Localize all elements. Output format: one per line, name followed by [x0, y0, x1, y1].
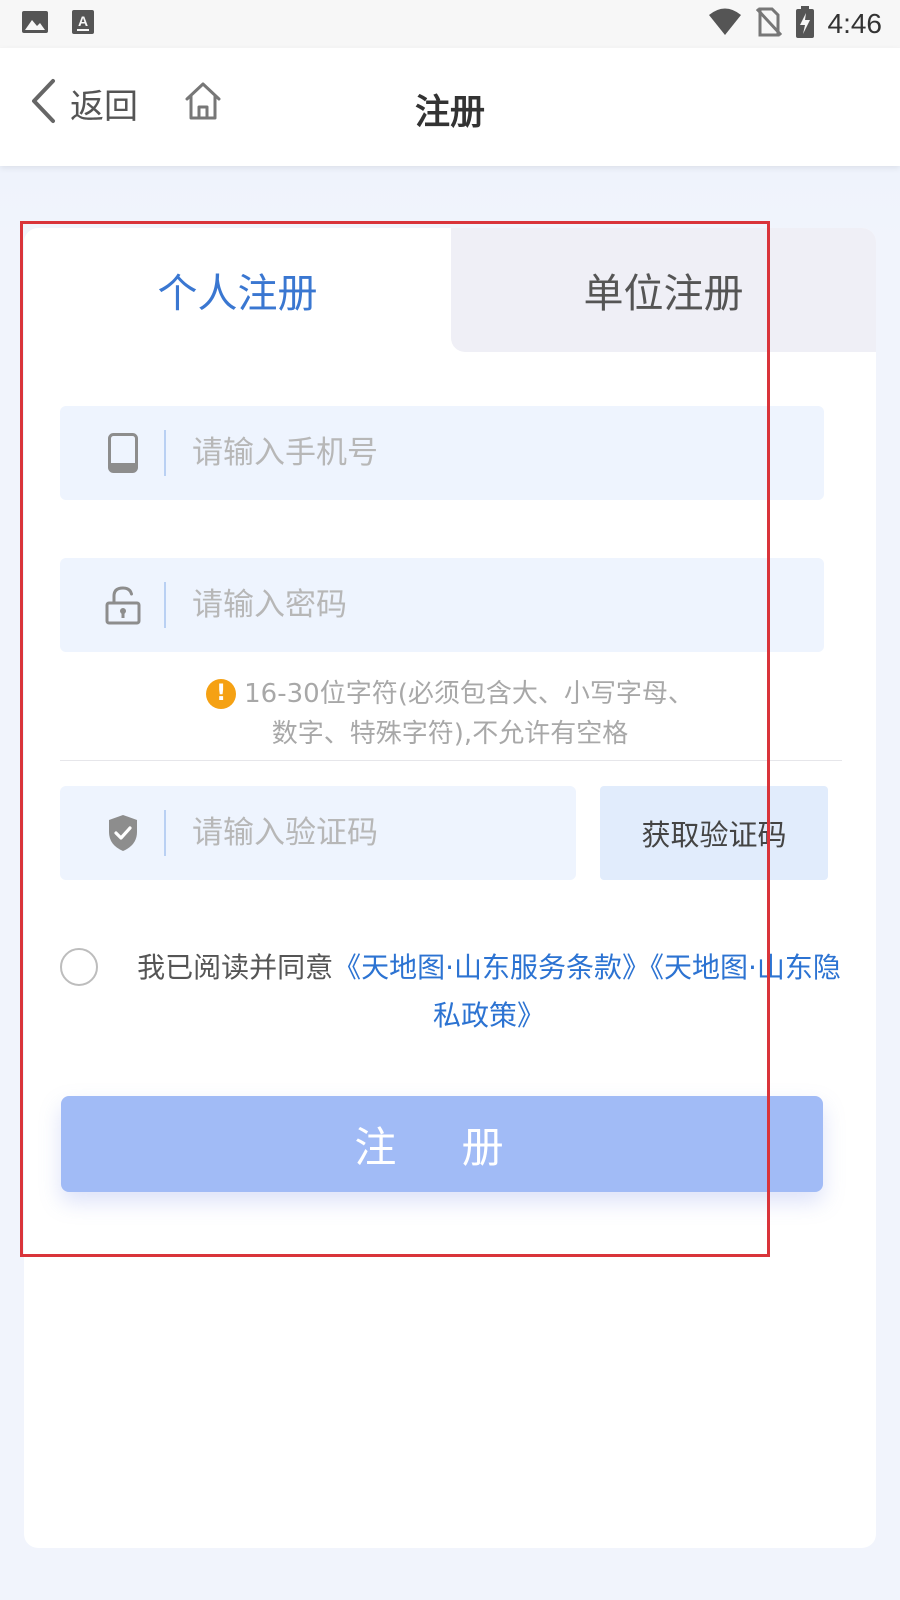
terms-link[interactable]: 《天地图·山东服务条款》 — [333, 951, 650, 984]
status-bar: A 4:46 — [0, 0, 900, 48]
image-icon — [22, 11, 48, 37]
battery-charging-icon — [795, 6, 814, 42]
page-title: 注册 — [414, 93, 485, 133]
text-a-icon: A — [72, 10, 94, 38]
code-field — [60, 786, 576, 880]
agree-checkbox[interactable] — [60, 948, 98, 986]
status-time: 4:46 — [827, 8, 883, 39]
tab-personal-register[interactable]: 个人注册 — [24, 228, 451, 352]
field-divider — [164, 582, 166, 628]
password-hint-line1: 16-30位字符(必须包含大、小写字母、 — [244, 679, 694, 709]
password-field — [60, 558, 824, 652]
tab-company-register[interactable]: 单位注册 — [451, 228, 876, 352]
agreement-prefix: 我已阅读并同意 — [137, 951, 334, 984]
phone-input[interactable] — [192, 406, 792, 500]
field-divider — [164, 810, 166, 856]
wifi-icon — [708, 8, 742, 40]
register-submit-button[interactable]: 注 册 — [61, 1096, 823, 1192]
password-hint-line2: 数字、特殊字符),不允许有空格 — [271, 719, 629, 749]
phone-icon — [100, 430, 146, 476]
shield-check-icon — [100, 810, 146, 856]
unlock-icon — [100, 582, 146, 628]
divider — [60, 760, 842, 761]
password-input[interactable] — [192, 558, 792, 652]
phone-field — [60, 406, 824, 500]
field-divider — [164, 430, 166, 476]
register-card: 个人注册 单位注册 ! 16-30位字符(必须包含大、小写字母、 — [24, 228, 876, 1548]
top-nav: 返回 注册 — [0, 48, 900, 166]
verification-code-input[interactable] — [192, 786, 552, 880]
get-code-button[interactable]: 获取验证码 — [600, 786, 828, 880]
warning-icon: ! — [206, 679, 237, 709]
agreement-text: 我已阅读并同意《天地图·山东服务条款》《天地图·山东隐私政策》 — [124, 944, 854, 1040]
password-hint: ! 16-30位字符(必须包含大、小写字母、 数字、特殊字符),不允许有空格 — [60, 674, 840, 754]
no-sim-icon — [755, 7, 782, 41]
svg-text:A: A — [78, 13, 88, 29]
